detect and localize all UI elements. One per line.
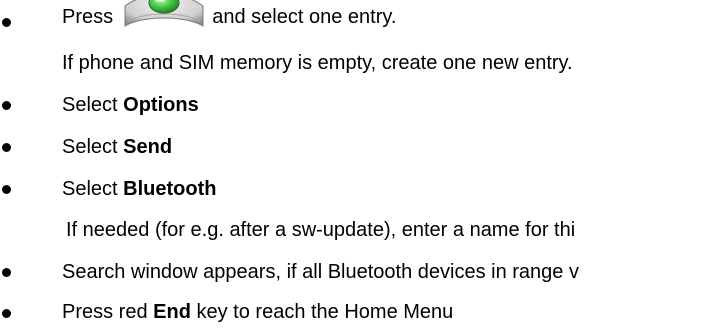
item-6-post: key to reach the Home Menu (190, 301, 454, 323)
item-2-bold: Options (123, 94, 199, 116)
list-item-text: Search window appears, if all Bluetooth … (62, 257, 579, 287)
item-5-pre: Search window appears, if all Bluetooth … (62, 261, 579, 283)
list-item-text: Select Options (62, 90, 199, 120)
item-4-bold: Bluetooth (123, 178, 217, 200)
bullet-dot (2, 101, 11, 110)
item-4-pre: Select (62, 178, 124, 200)
item-2-pre: Select (62, 94, 124, 116)
bullet-dot (2, 309, 11, 318)
item-3-pre: Select (62, 136, 124, 158)
item-1-note: If phone and SIM memory is empty, create… (62, 52, 573, 74)
bullet-dot (2, 268, 11, 277)
item-1-pre: Press (62, 6, 114, 28)
item-6-bold: End (153, 301, 191, 323)
list-item-text: Select Send (62, 132, 172, 162)
navi-key-icon (121, 0, 207, 30)
item-1-post: and select one entry. (212, 6, 397, 28)
item-4-note: If needed (for e.g. after a sw-update), … (66, 219, 576, 241)
bullet-dot (2, 18, 11, 27)
item-3-bold: Send (123, 136, 173, 158)
item-6-pre: Press red (62, 301, 154, 323)
list-item-text: Press and select one entry. (62, 0, 397, 32)
bullet-dot (2, 143, 11, 152)
bullet-dot (2, 185, 11, 194)
list-item-text: Press red End key to reach the Home Menu (62, 297, 453, 327)
list-item-text: Select Bluetooth (62, 174, 216, 204)
